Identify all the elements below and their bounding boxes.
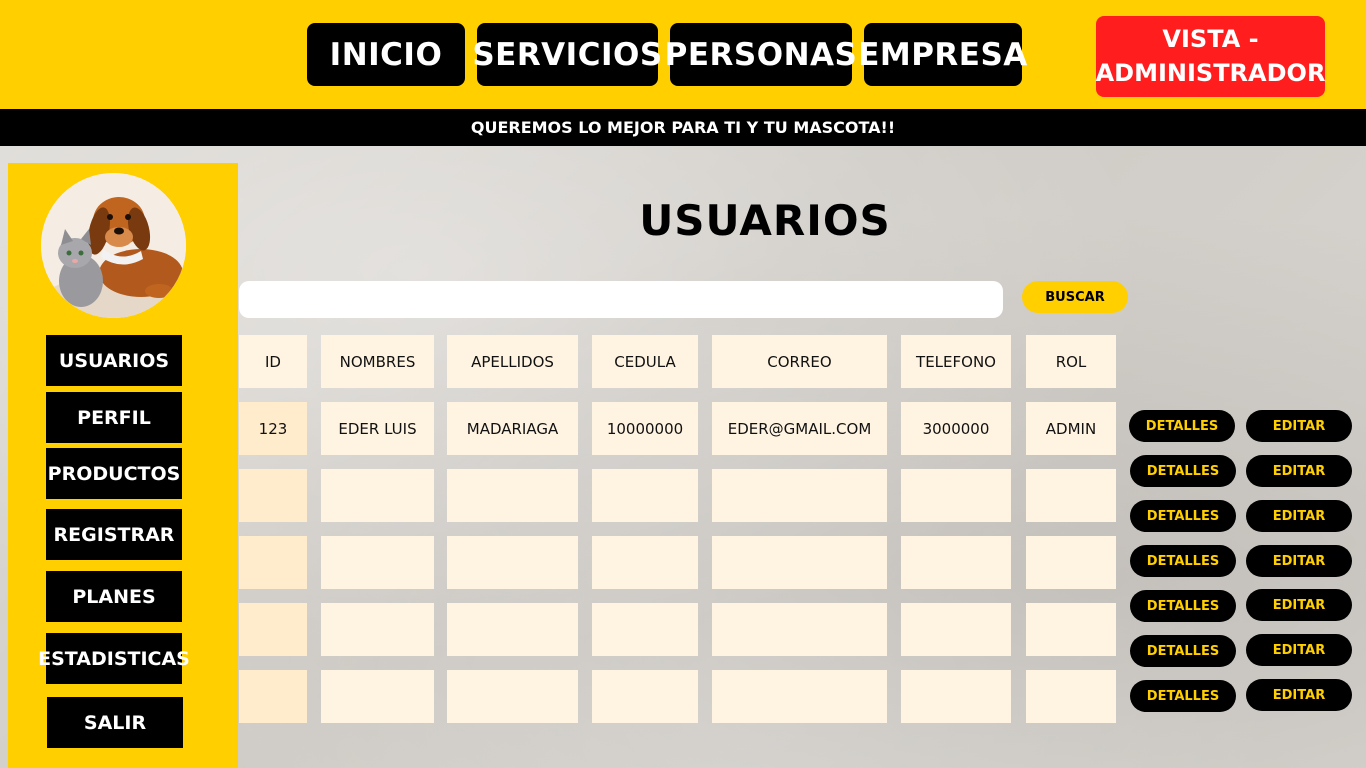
column-header-rol: ROL (1026, 335, 1116, 388)
table-cell-correo (712, 670, 887, 723)
table-cell-correo (712, 603, 887, 656)
table-cell-id (239, 670, 307, 723)
table-cell-apellidos (447, 536, 578, 589)
edit-button[interactable]: EDITAR (1246, 679, 1352, 711)
details-button[interactable]: DETALLES (1130, 590, 1236, 622)
table-cell-apellidos (447, 603, 578, 656)
sidebar-item-usuarios[interactable]: USUARIOS (46, 335, 182, 386)
sidebar-item-productos[interactable]: PRODUCTOS (46, 448, 182, 499)
details-button[interactable]: DETALLES (1129, 410, 1235, 442)
table-cell-rol (1026, 603, 1116, 656)
search-button[interactable]: BUSCAR (1022, 281, 1128, 313)
tagline-banner: QUEREMOS LO MEJOR PARA TI Y TU MASCOTA!! (0, 109, 1366, 146)
table-cell-nombres (321, 469, 434, 522)
column-header-id: ID (239, 335, 307, 388)
column-header-cedula: CEDULA (592, 335, 698, 388)
column-header-correo: CORREO (712, 335, 887, 388)
details-button[interactable]: DETALLES (1130, 455, 1236, 487)
pets-photo-illustration (41, 173, 186, 318)
search-input[interactable] (239, 281, 1003, 318)
details-button[interactable]: DETALLES (1130, 635, 1236, 667)
edit-button[interactable]: EDITAR (1246, 455, 1352, 487)
table-cell-rol (1026, 536, 1116, 589)
table-cell-telefono (901, 603, 1011, 656)
sidebar-item-salir[interactable]: SALIR (47, 697, 183, 748)
edit-button[interactable]: EDITAR (1246, 634, 1352, 666)
sidebar-item-planes[interactable]: PLANES (46, 571, 182, 622)
table-cell-id (239, 536, 307, 589)
table-cell-nombres (321, 536, 434, 589)
table-cell-apellidos: MADARIAGA (447, 402, 578, 455)
nav-personas-button[interactable]: PERSONAS (665, 23, 857, 86)
edit-button[interactable]: EDITAR (1246, 545, 1352, 577)
table-cell-apellidos (447, 670, 578, 723)
table-cell-rol: ADMIN (1026, 402, 1116, 455)
table-cell-rol (1026, 670, 1116, 723)
table-cell-telefono (901, 469, 1011, 522)
sidebar-item-perfil[interactable]: PERFIL (46, 392, 182, 443)
table-cell-id (239, 469, 307, 522)
table-cell-correo (712, 536, 887, 589)
details-button[interactable]: DETALLES (1130, 680, 1236, 712)
admin-view-button[interactable]: VISTA - ADMINISTRADOR (1096, 16, 1325, 97)
table-cell-cedula: 10000000 (592, 402, 698, 455)
table-cell-telefono: 3000000 (901, 402, 1011, 455)
column-header-telefono: TELEFONO (901, 335, 1011, 388)
table-cell-correo: EDER@GMAIL.COM (712, 402, 887, 455)
table-cell-cedula (592, 603, 698, 656)
table-cell-nombres (321, 670, 434, 723)
top-bar: INICIO SERVICIOS PERSONAS EMPRESA VISTA … (0, 0, 1366, 109)
edit-button[interactable]: EDITAR (1246, 589, 1352, 621)
nav-empresa-button[interactable]: EMPRESA (858, 23, 1027, 86)
details-button[interactable]: DETALLES (1130, 500, 1236, 532)
table-cell-nombres (321, 603, 434, 656)
sidebar-item-registrar[interactable]: REGISTRAR (46, 509, 182, 560)
table-cell-apellidos (447, 469, 578, 522)
table-cell-telefono (901, 536, 1011, 589)
table-cell-correo (712, 469, 887, 522)
edit-button[interactable]: EDITAR (1246, 500, 1352, 532)
column-header-nombres: NOMBRES (321, 335, 434, 388)
table-cell-cedula (592, 536, 698, 589)
column-header-apellidos: APELLIDOS (447, 335, 578, 388)
pets-avatar (41, 173, 186, 318)
edit-button[interactable]: EDITAR (1246, 410, 1352, 442)
nav-inicio-button[interactable]: INICIO (307, 23, 465, 86)
table-cell-id: 123 (239, 402, 307, 455)
table-cell-cedula (592, 670, 698, 723)
table-cell-telefono (901, 670, 1011, 723)
sidebar-item-estadisticas[interactable]: ESTADISTICAS (38, 633, 190, 684)
table-cell-cedula (592, 469, 698, 522)
table-cell-nombres: EDER LUIS (321, 402, 434, 455)
page-title: USUARIOS (639, 196, 891, 245)
table-cell-id (239, 603, 307, 656)
details-button[interactable]: DETALLES (1130, 545, 1236, 577)
nav-servicios-button[interactable]: SERVICIOS (472, 23, 662, 86)
table-cell-rol (1026, 469, 1116, 522)
